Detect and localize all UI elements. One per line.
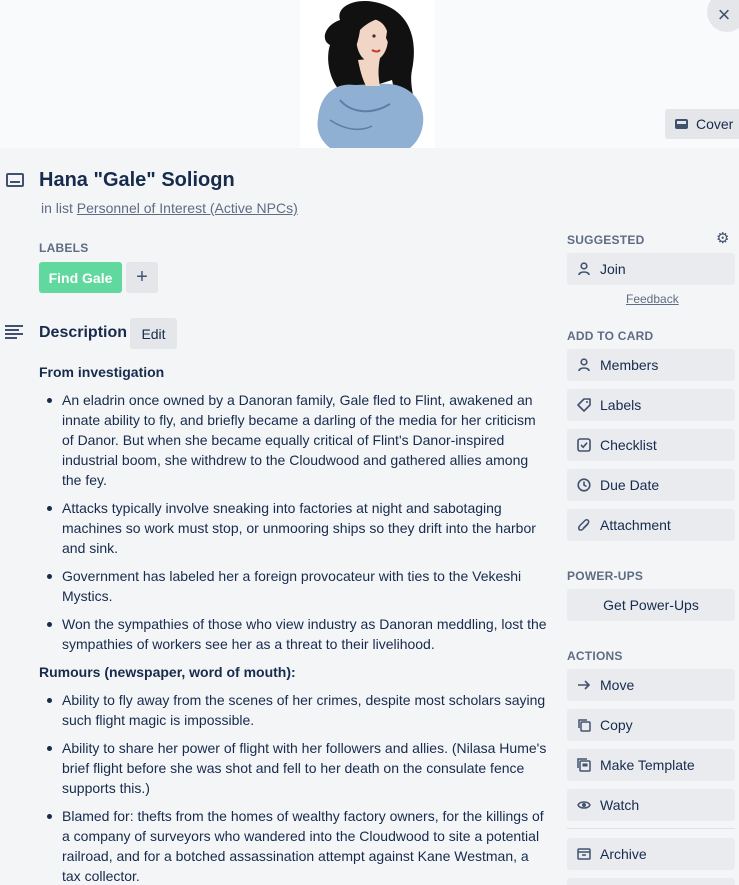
eye-icon bbox=[577, 798, 591, 812]
list-item: Ability to fly away from the scenes of h… bbox=[47, 690, 549, 730]
list-name-link[interactable]: Personnel of Interest (Active NPCs) bbox=[77, 200, 298, 216]
close-button[interactable]: × bbox=[707, 0, 739, 32]
description-body[interactable]: From investigation An eladrin once owned… bbox=[39, 362, 549, 885]
make-template-button[interactable]: Make Template bbox=[567, 749, 735, 781]
power-ups-heading: POWER-UPS bbox=[567, 569, 644, 583]
close-icon: × bbox=[717, 2, 731, 27]
cover-button-label: Cover bbox=[696, 116, 734, 132]
list-item: Won the sympathies of those who view ind… bbox=[47, 614, 549, 654]
edit-description-button[interactable]: Edit bbox=[130, 318, 177, 349]
labels-label: Labels bbox=[600, 397, 642, 413]
checklist-label: Checklist bbox=[600, 437, 657, 453]
plus-icon: + bbox=[136, 266, 148, 288]
gear-icon[interactable]: ⚙ bbox=[716, 231, 732, 247]
members-button[interactable]: Members bbox=[567, 349, 735, 381]
tag-icon bbox=[577, 398, 591, 412]
share-button-partial[interactable] bbox=[567, 878, 735, 885]
labels-heading: LABELS bbox=[39, 241, 89, 255]
in-list-prefix: in list bbox=[41, 200, 73, 216]
get-power-ups-button[interactable]: Get Power-Ups bbox=[567, 589, 735, 621]
label-find-gale[interactable]: Find Gale bbox=[39, 262, 122, 293]
list-item: An eladrin once owned by a Danoran famil… bbox=[47, 390, 549, 490]
list-item: Government has labeled her a foreign pro… bbox=[47, 566, 549, 606]
description-icon bbox=[5, 325, 23, 339]
investigation-list: An eladrin once owned by a Danoran famil… bbox=[39, 390, 549, 654]
archive-icon bbox=[577, 847, 591, 861]
list-item: Attacks typically involve sneaking into … bbox=[47, 498, 549, 558]
list-item: Blamed for: thefts from the homes of wea… bbox=[47, 806, 549, 885]
checklist-button[interactable]: Checklist bbox=[567, 429, 735, 461]
archive-button[interactable]: Archive bbox=[567, 838, 735, 870]
due-date-label: Due Date bbox=[600, 477, 660, 493]
copy-icon bbox=[577, 718, 591, 732]
divider bbox=[567, 828, 735, 829]
copy-label: Copy bbox=[600, 717, 633, 733]
description-heading: Description bbox=[39, 324, 128, 341]
section-title-investigation: From investigation bbox=[39, 364, 165, 380]
section-title-rumours: Rumours (newspaper, word of mouth): bbox=[39, 664, 296, 680]
due-date-button[interactable]: Due Date bbox=[567, 469, 735, 501]
add-label-button[interactable]: + bbox=[126, 262, 158, 293]
person-icon bbox=[577, 358, 591, 372]
move-button[interactable]: Move bbox=[567, 669, 735, 701]
in-list-line: in list Personnel of Interest (Active NP… bbox=[41, 200, 298, 216]
cover-area: × Cover bbox=[0, 0, 739, 148]
attachment-label: Attachment bbox=[600, 517, 671, 533]
join-button[interactable]: Join bbox=[567, 253, 735, 285]
watch-label: Watch bbox=[600, 797, 640, 813]
archive-label: Archive bbox=[600, 846, 647, 862]
card-icon bbox=[6, 173, 24, 187]
template-icon bbox=[577, 758, 591, 772]
clock-icon bbox=[577, 478, 591, 492]
character-illustration bbox=[317, 0, 424, 148]
person-icon bbox=[577, 262, 591, 276]
arrow-right-icon bbox=[577, 678, 591, 692]
actions-heading: ACTIONS bbox=[567, 649, 623, 663]
list-item: Ability to share her power of flight wit… bbox=[47, 738, 549, 798]
cover-icon bbox=[675, 119, 688, 129]
make-template-label: Make Template bbox=[600, 757, 695, 773]
cover-button[interactable]: Cover bbox=[665, 109, 739, 139]
paperclip-icon bbox=[577, 518, 591, 532]
cover-image[interactable] bbox=[300, 0, 435, 148]
copy-button[interactable]: Copy bbox=[567, 709, 735, 741]
add-to-card-heading: ADD TO CARD bbox=[567, 329, 654, 343]
watch-button[interactable]: Watch bbox=[567, 789, 735, 821]
labels-button[interactable]: Labels bbox=[567, 389, 735, 421]
move-label: Move bbox=[600, 677, 635, 693]
rumours-list: Ability to fly away from the scenes of h… bbox=[39, 690, 549, 885]
attachment-button[interactable]: Attachment bbox=[567, 509, 735, 541]
checklist-icon bbox=[577, 438, 591, 452]
join-label: Join bbox=[600, 261, 626, 277]
suggested-heading: SUGGESTED bbox=[567, 233, 645, 247]
card-title[interactable]: Hana "Gale" Soliogn bbox=[39, 169, 235, 192]
feedback-link[interactable]: Feedback bbox=[626, 292, 679, 306]
members-label: Members bbox=[600, 357, 659, 373]
